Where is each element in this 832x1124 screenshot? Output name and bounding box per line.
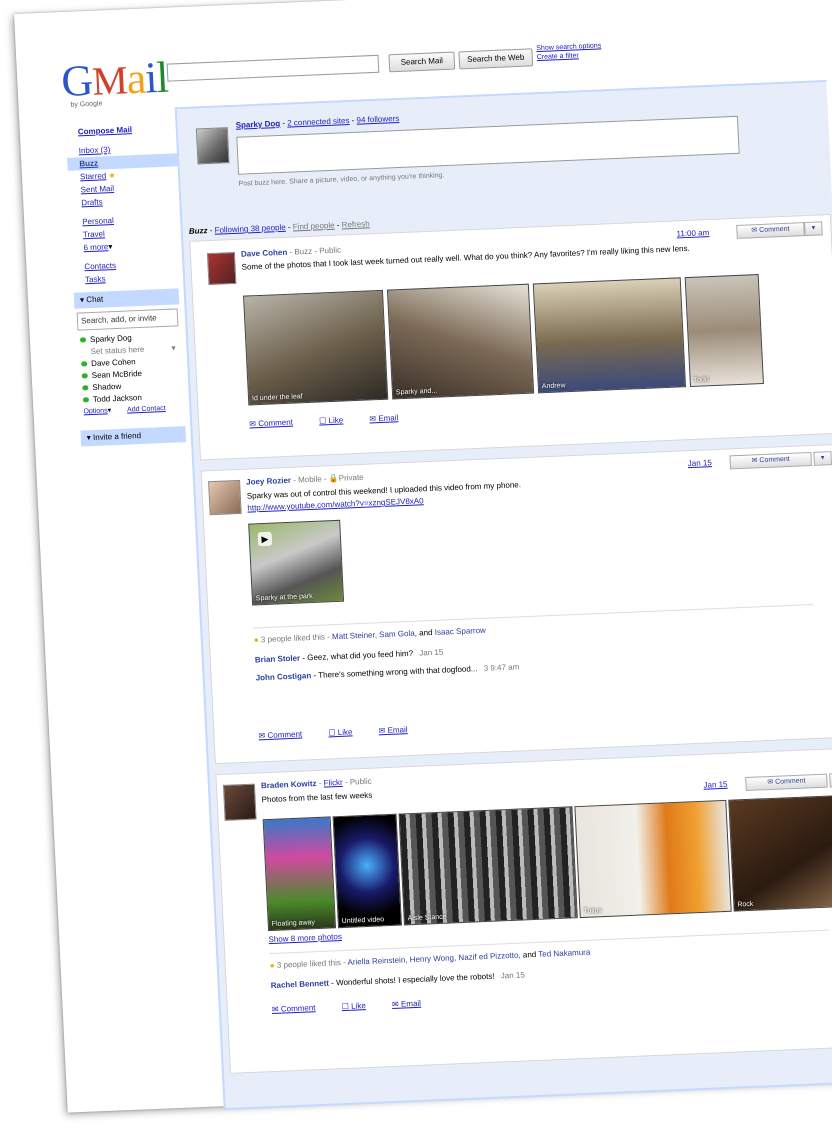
- comment-link[interactable]: ✉ Comment: [249, 417, 305, 429]
- like-icon: ●: [269, 960, 275, 971]
- post-menu-button[interactable]: ▾: [813, 451, 832, 466]
- gmail-logo[interactable]: GMail: [60, 52, 169, 107]
- photo-thumbnail[interactable]: Tulips: [574, 799, 732, 919]
- email-link[interactable]: ✉ Email: [378, 725, 419, 735]
- gmail-window: GMail by Google Search Mail Search the W…: [14, 0, 832, 1113]
- online-icon: [81, 361, 88, 367]
- post-header: Dave Cohen - Buzz - Public: [240, 245, 342, 259]
- chat-options-link[interactable]: Options: [83, 407, 107, 415]
- composer-header: Sparky Dog - 2 connected sites - 94 foll…: [235, 113, 400, 130]
- post-actions: ✉ Comment ☐ Like ✉ Email: [258, 724, 431, 740]
- photo-thumbnail[interactable]: Andrew: [532, 277, 687, 394]
- create-filter-link[interactable]: Create a filter: [537, 50, 602, 62]
- chat-search-input[interactable]: Search, add, or invite: [76, 308, 179, 331]
- likes-line: ● 3 people liked this - Matt Steiner, Sa…: [253, 625, 487, 645]
- comment-item: Rachel Bennett - Wonderful shots! I espe…: [270, 970, 526, 991]
- dropdown-arrow-icon: ▾: [171, 343, 176, 353]
- search-links: Show search options Create a filter: [536, 41, 602, 62]
- author-name[interactable]: Joey Rozier: [246, 476, 291, 487]
- play-icon: ▶: [257, 531, 273, 547]
- photo-thumbnail[interactable]: Untitled video: [332, 813, 402, 929]
- connected-sites-link[interactable]: 2 connected sites: [287, 116, 350, 128]
- email-link[interactable]: ✉ Email: [369, 413, 410, 423]
- like-link[interactable]: ☐ Like: [319, 415, 356, 426]
- chat-panel: ▾ Chat Search, add, or invite Sparky Dog…: [73, 288, 185, 419]
- show-more-photos-link[interactable]: Show 8 more photos: [268, 932, 342, 944]
- search-input[interactable]: [166, 54, 380, 82]
- composer-hint: Post buzz here. Share a picture, video, …: [238, 172, 445, 188]
- post-menu-button[interactable]: ▾: [804, 221, 823, 237]
- online-icon: [81, 373, 88, 379]
- author-name[interactable]: Braden Kowitz: [261, 779, 317, 790]
- post-time[interactable]: Jan 15: [688, 458, 712, 468]
- buzz-title: Buzz: [188, 226, 208, 236]
- comment-button[interactable]: ✉ Comment: [729, 451, 813, 470]
- comment-link[interactable]: ✉ Comment: [272, 1003, 328, 1014]
- refresh-link[interactable]: Refresh: [341, 219, 369, 229]
- add-contact-link[interactable]: Add Contact: [127, 405, 166, 414]
- photo-thumbnail[interactable]: Floating away: [262, 816, 337, 932]
- star-icon: ★: [108, 170, 116, 181]
- followers-link[interactable]: 94 followers: [356, 114, 399, 125]
- author-avatar[interactable]: [206, 251, 237, 286]
- search-mail-button[interactable]: Search Mail: [388, 51, 456, 73]
- post-header: Braden Kowitz - Flickr - Public: [260, 776, 372, 791]
- like-link[interactable]: ☐ Like: [328, 727, 365, 737]
- like-link[interactable]: ☐ Like: [342, 1001, 379, 1011]
- comment-item: John Costigan - There's something wrong …: [255, 662, 520, 683]
- post-header: Joey Rozier - Mobile - 🔒Private: [245, 472, 364, 487]
- post-time[interactable]: 11:00 am: [676, 228, 709, 238]
- author-avatar[interactable]: [222, 783, 257, 821]
- buzz-panel: Sparky Dog - 2 connected sites - 94 foll…: [174, 80, 832, 1111]
- photo-thumbnail[interactable]: Id under the leaf: [243, 289, 389, 406]
- find-people-link[interactable]: Find people: [293, 221, 335, 232]
- buzz-post: Braden Kowitz - Flickr - Public Photos f…: [215, 747, 832, 1074]
- invite-friend-header[interactable]: ▾ Invite a friend: [80, 426, 187, 447]
- photo-thumbnail[interactable]: Rock: [728, 795, 832, 912]
- my-avatar: [195, 127, 230, 165]
- online-icon: [82, 397, 90, 403]
- comment-link[interactable]: ✉ Comment: [258, 729, 314, 741]
- online-icon: [79, 337, 87, 343]
- post-text: Some of the photos that I took last week…: [241, 243, 690, 272]
- post-text: Photos from the last few weeks: [261, 790, 373, 805]
- search-web-button[interactable]: Search the Web: [458, 48, 534, 70]
- buzz-toolbar: Buzz - Following 38 people - Find people…: [188, 219, 370, 236]
- photo-thumbnail[interactable]: Sparky and...: [386, 283, 535, 400]
- by-google-label: by Google: [70, 100, 103, 109]
- author-name[interactable]: Dave Cohen: [241, 248, 288, 259]
- profile-link[interactable]: Sparky Dog: [235, 119, 280, 130]
- post-actions: ✉ Comment ☐ Like ✉ Email: [249, 412, 422, 428]
- comment-button[interactable]: ✉ Comment: [736, 222, 805, 239]
- buzz-composer: Sparky Dog - 2 connected sites - 94 foll…: [176, 82, 831, 202]
- following-link[interactable]: Following 38 people: [214, 223, 286, 235]
- post-time[interactable]: Jan 15: [703, 780, 727, 790]
- photo-thumbnail[interactable]: Todd: [684, 274, 764, 388]
- online-icon: [82, 385, 89, 391]
- left-nav: Compose Mail Inbox (3) Buzz Starred ★ Se…: [66, 122, 200, 447]
- video-thumbnail[interactable]: ▶ Sparky at the park: [248, 519, 345, 606]
- comment-item: Brian Stoler - Geez, what did you feed h…: [254, 647, 444, 665]
- buzz-post: Dave Cohen - Buzz - Public 11:00 am ✉ Co…: [189, 213, 832, 461]
- author-avatar[interactable]: [208, 479, 242, 516]
- chat-header[interactable]: ▾ Chat: [73, 288, 180, 309]
- buzz-post: Joey Rozier - Mobile - 🔒Private Jan 15 ✉…: [200, 443, 832, 765]
- like-icon: ●: [253, 635, 259, 645]
- comment-button[interactable]: ✉ Comment: [745, 773, 828, 792]
- post-actions: ✉ Comment ☐ Like ✉ Email: [272, 998, 445, 1014]
- photo-thumbnail[interactable]: Aisle Stance: [398, 806, 578, 926]
- email-link[interactable]: ✉ Email: [392, 998, 433, 1009]
